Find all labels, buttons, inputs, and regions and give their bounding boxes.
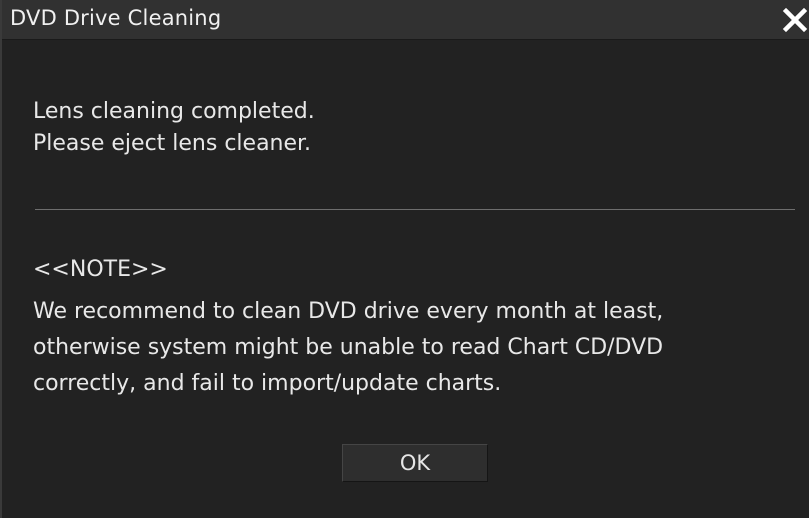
divider <box>35 209 795 210</box>
dialog-title: DVD Drive Cleaning <box>10 6 222 30</box>
close-button[interactable] <box>779 4 809 36</box>
message-line-2: Please eject lens cleaner. <box>33 131 312 156</box>
dialog-titlebar: DVD Drive Cleaning <box>2 0 809 40</box>
note-line-1: We recommend to clean DVD drive every mo… <box>33 299 664 324</box>
note-header: <<NOTE>> <box>33 257 168 282</box>
ok-button[interactable]: OK <box>342 444 488 482</box>
message-line-1: Lens cleaning completed. <box>33 99 315 124</box>
note-line-2: otherwise system might be unable to read… <box>33 335 664 360</box>
note-line-3: correctly, and fail to import/update cha… <box>33 371 502 396</box>
close-icon <box>782 7 808 33</box>
dvd-cleaning-dialog: DVD Drive Cleaning Lens cleaning complet… <box>0 0 809 518</box>
